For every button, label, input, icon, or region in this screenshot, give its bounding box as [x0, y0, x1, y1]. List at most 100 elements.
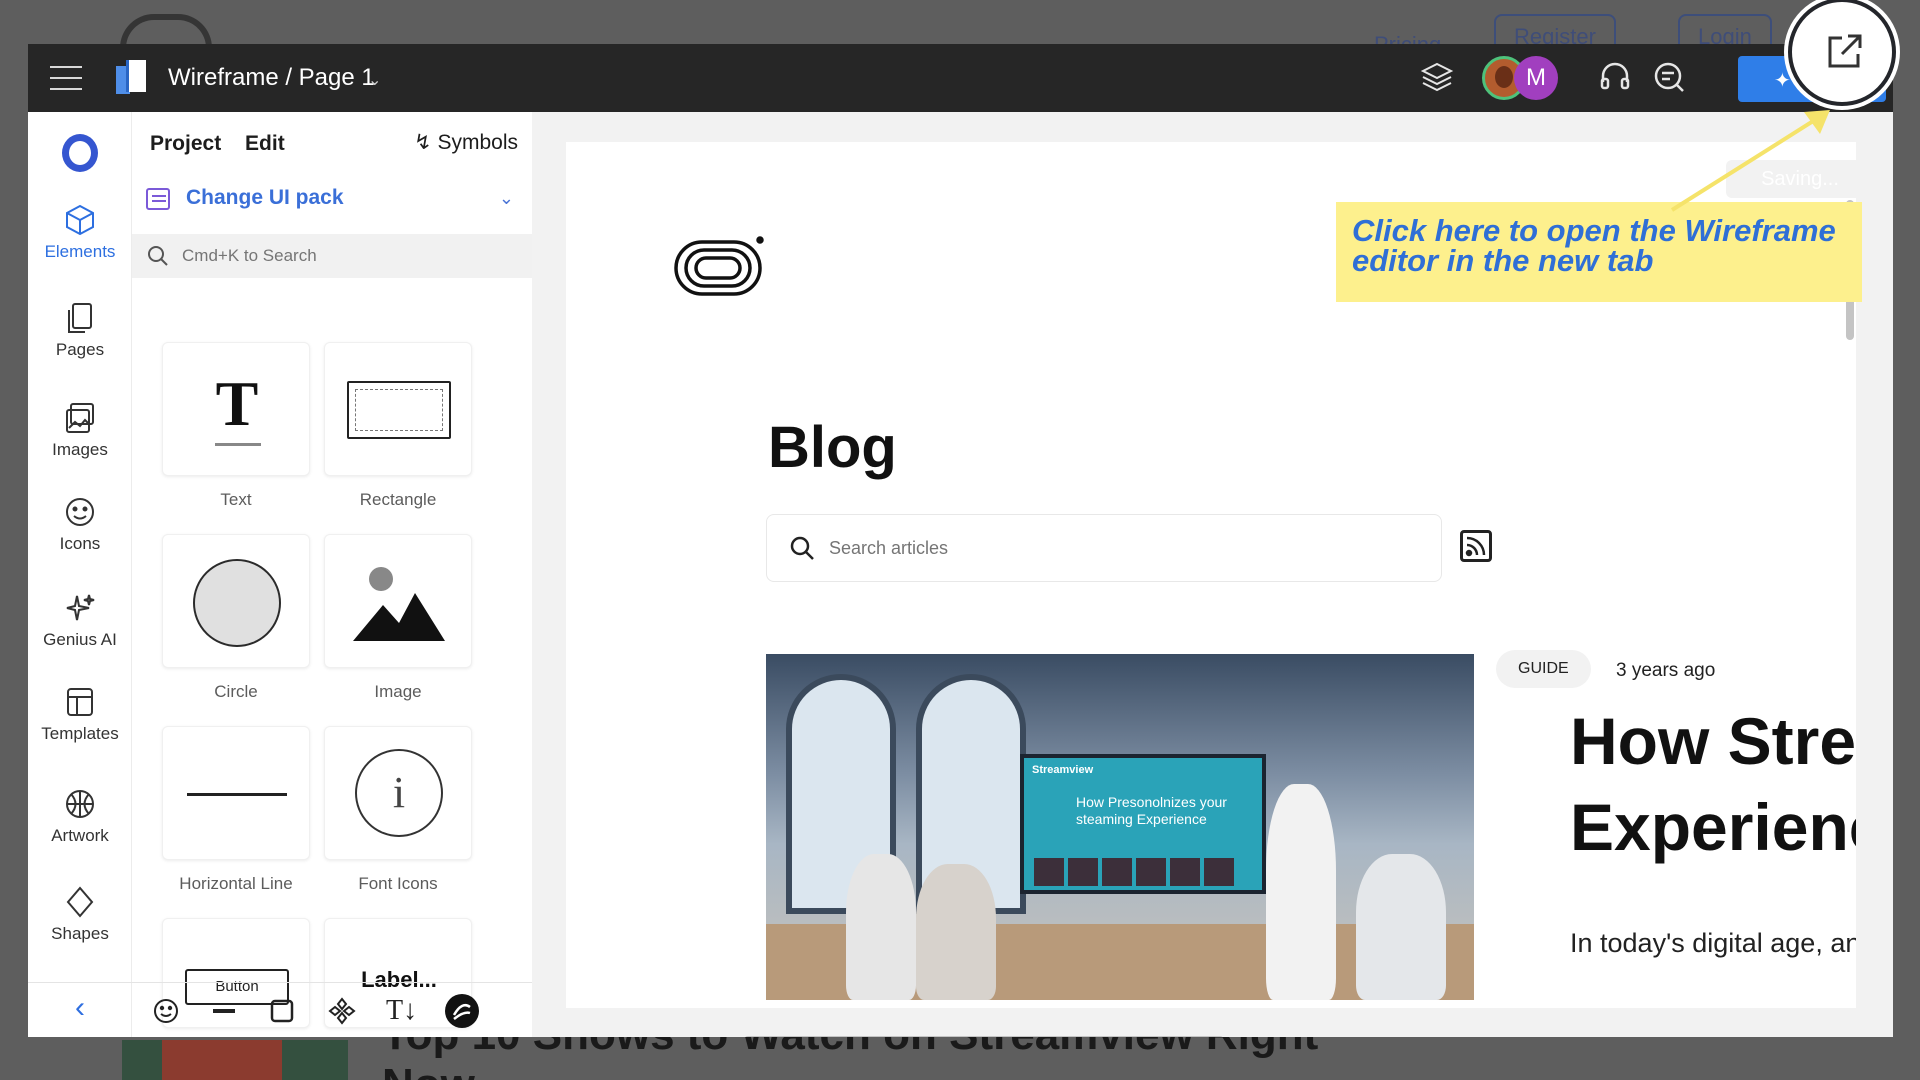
images-icon: [66, 403, 94, 433]
tile-label: Image: [374, 682, 422, 701]
headset-support-icon[interactable]: [1598, 60, 1634, 96]
person-figure: [916, 864, 996, 1000]
background-thumbnail: [122, 1040, 348, 1080]
hamburger-menu-icon[interactable]: [50, 66, 82, 90]
element-tile-image[interactable]: Image: [324, 534, 472, 702]
element-tile-font-icons[interactable]: i Font Icons: [324, 726, 472, 894]
tv-thumbnails: [1034, 858, 1260, 888]
rail-item-images[interactable]: Images: [28, 402, 132, 460]
search-articles-input[interactable]: [829, 533, 1409, 563]
cube-icon: [66, 204, 94, 236]
diamond-icon: [66, 886, 94, 918]
tile-preview: [162, 534, 310, 668]
rail-item-artwork[interactable]: Artwork: [28, 788, 132, 846]
symbols-button[interactable]: ↯ Symbols: [414, 130, 518, 155]
elements-search-input[interactable]: [182, 242, 512, 270]
person-figure: [846, 854, 916, 1000]
elements-search: [132, 234, 532, 278]
circle-shape: [193, 559, 281, 647]
ui-pack-icon: [146, 188, 170, 210]
rectangle-tool-icon[interactable]: [268, 997, 296, 1025]
post-excerpt: In today's digital age, an ove: [1570, 928, 1856, 958]
layers-icon[interactable]: [1420, 60, 1456, 96]
person-figure: [1266, 784, 1336, 1000]
rail-label-pages: Pages: [55, 340, 105, 359]
post-title-line1: How Strear: [1570, 704, 1856, 778]
elements-panel: Project Edit ↯ Symbols Change UI pack ⌄ …: [132, 112, 548, 1037]
symbols-label: Symbols: [437, 131, 518, 154]
article-hero-image[interactable]: Streamview How Presonolnizes your steami…: [766, 654, 1474, 1000]
text-glyph: T: [215, 368, 259, 439]
post-title-line2: Experience: [1570, 790, 1856, 864]
component-tool-icon[interactable]: [328, 997, 356, 1025]
brand-o-logo: [62, 134, 98, 172]
rail-label-templates: Templates: [41, 724, 119, 743]
templates-icon: [67, 688, 93, 716]
tile-preview: i: [324, 726, 472, 860]
text-tool-icon[interactable]: T↓: [386, 997, 417, 1025]
app-logo: [116, 60, 148, 96]
tab-project[interactable]: Project: [150, 132, 221, 155]
rail-item-templates[interactable]: Templates: [28, 686, 132, 744]
document-title[interactable]: Wireframe / Page 1: [168, 64, 375, 92]
emoji-icon[interactable]: [152, 997, 180, 1025]
background-headline-line2: Now: [382, 1060, 475, 1080]
horizontal-scrollbar[interactable]: [744, 1036, 1224, 1037]
change-ui-pack-dropdown[interactable]: Change UI pack ⌄: [146, 184, 522, 220]
tile-preview: [324, 342, 472, 476]
chevron-down-icon: ⌄: [498, 188, 514, 208]
rail-item-icons[interactable]: Icons: [28, 496, 132, 554]
element-tile-horizontal-line[interactable]: Horizontal Line: [162, 726, 310, 894]
element-tile-rectangle[interactable]: Rectangle: [324, 342, 472, 510]
background-logo: [120, 14, 212, 48]
info-icon: i: [355, 749, 443, 837]
sparkle-icon: [66, 594, 95, 621]
post-category-tag[interactable]: GUIDE: [1496, 650, 1591, 688]
blog-title: Blog: [768, 415, 897, 480]
chevron-down-icon[interactable]: ⌄: [368, 70, 381, 90]
line-tool-icon[interactable]: [210, 997, 238, 1025]
pages-icon: [68, 303, 92, 333]
rail-label-genius-ai: Genius AI: [43, 630, 117, 649]
rectangle-shape: [347, 381, 451, 439]
tab-edit[interactable]: Edit: [245, 132, 285, 155]
left-icon-rail: Elements Pages Images Icons Genius AI Te…: [28, 112, 132, 1037]
open-in-new-tab-button[interactable]: [1788, 0, 1896, 106]
tile-label: Circle: [214, 682, 258, 701]
rail-label-icons: Icons: [59, 534, 101, 553]
lightning-icon: ↯: [414, 131, 432, 154]
person-figure: [1356, 854, 1446, 1000]
rail-item-elements[interactable]: Elements: [28, 204, 132, 262]
smiley-icon: [66, 498, 94, 526]
tile-preview: T: [162, 342, 310, 476]
image-placeholder-icon: [353, 567, 445, 641]
panel-tabs: Project Edit: [150, 132, 303, 156]
stylus-tool-icon[interactable]: [444, 993, 480, 1029]
element-tile-circle[interactable]: Circle: [162, 534, 310, 702]
tile-label: Horizontal Line: [179, 874, 293, 893]
tile-preview: [324, 534, 472, 668]
tv-brand-label: Streamview: [1032, 764, 1094, 776]
rail-label-images: Images: [52, 440, 108, 459]
rail-item-genius-ai[interactable]: Genius AI: [28, 592, 132, 650]
wireframe-editor: Wireframe / Page 1 ⌄ M ✦ Elements Pages …: [28, 44, 1893, 1037]
rail-item-pages[interactable]: Pages: [28, 302, 132, 360]
tv-screen: Streamview How Presonolnizes your steami…: [1020, 754, 1266, 894]
post-title[interactable]: How Strear Experience: [1570, 698, 1856, 870]
rss-feed-icon[interactable]: [1460, 530, 1492, 562]
tutorial-arrow-icon: [1670, 110, 1830, 212]
post-date: 3 years ago: [1616, 660, 1716, 681]
collapse-panel-chevron-left-icon[interactable]: ‹: [28, 982, 132, 1037]
ui-pack-label: Change UI pack: [186, 186, 344, 209]
callout-text: Click here to open the Wireframe editor …: [1352, 213, 1836, 278]
underline-bar: [215, 443, 261, 446]
collaborator-avatar-m[interactable]: M: [1514, 56, 1558, 100]
ball-icon: [66, 790, 94, 818]
blog-search-bar: [766, 514, 1442, 582]
rail-label-elements: Elements: [44, 242, 116, 261]
rail-label-artwork: Artwork: [51, 826, 109, 845]
comments-search-icon[interactable]: [1652, 60, 1688, 96]
quick-insert-toolbar: T↓: [132, 982, 532, 1037]
rail-item-shapes[interactable]: Shapes: [28, 886, 132, 944]
element-tile-text[interactable]: T Text: [162, 342, 310, 510]
